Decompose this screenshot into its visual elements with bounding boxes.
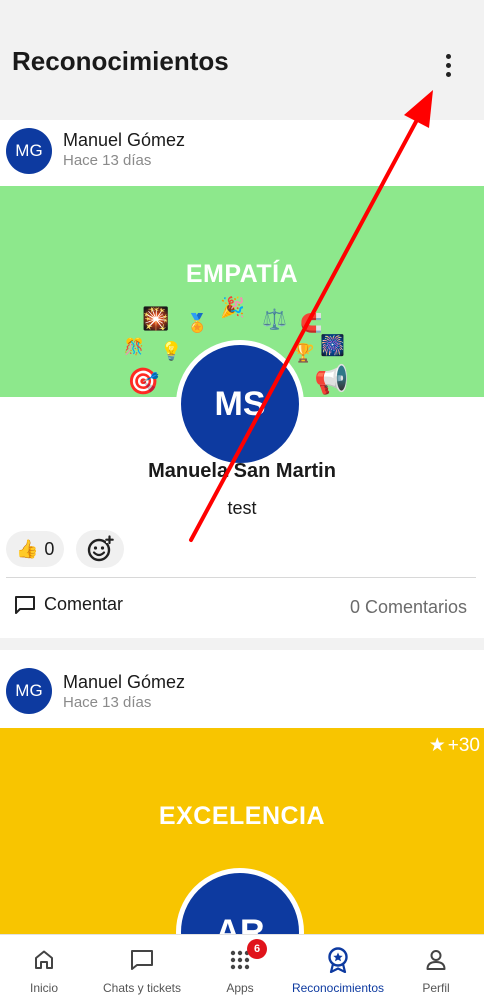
author-name[interactable]: Manuel Gómez xyxy=(63,672,185,693)
medal-icon: 🏅 xyxy=(186,313,209,333)
author-name[interactable]: Manuel Gómez xyxy=(63,130,185,151)
author-avatar[interactable]: MG xyxy=(6,128,52,174)
post-author-row[interactable]: MG Manuel Gómez Hace 13 días xyxy=(0,120,484,186)
nav-item-reconocimientos[interactable]: Reconocimientos xyxy=(290,935,386,1004)
thumbs-up-icon: 👍 xyxy=(16,538,39,559)
chat-icon xyxy=(131,950,153,970)
value-title: EXCELENCIA xyxy=(158,802,326,830)
star-icon: ★ xyxy=(428,735,446,756)
post-date: Hace 13 días xyxy=(63,152,152,169)
recipient-name[interactable]: Manuela San Martin xyxy=(0,460,484,483)
bottom-navigation: Inicio Chats y tickets 6 Apps Reconocimi… xyxy=(0,934,484,1004)
nav-label: Reconocimientos xyxy=(291,981,385,995)
reaction-count: 0 xyxy=(44,538,55,559)
confetti-icon: 🎊 xyxy=(124,339,144,356)
page-title: Reconocimientos xyxy=(12,46,229,76)
fireworks-icon: 🎇 xyxy=(142,306,170,331)
nav-item-chats[interactable]: Chats y tickets xyxy=(94,935,190,1004)
recognition-message: test xyxy=(227,498,257,518)
author-avatar[interactable]: MG xyxy=(6,668,52,714)
nav-item-apps[interactable]: 6 Apps xyxy=(192,935,288,1004)
megaphone-icon: 📢 xyxy=(314,364,349,395)
recipient-avatar[interactable]: MS xyxy=(176,340,304,468)
divider xyxy=(6,577,476,578)
like-reaction-button[interactable]: 👍 0 xyxy=(6,531,65,567)
add-emoji-icon xyxy=(87,535,114,562)
trophy-icon: 🏆 xyxy=(292,343,315,363)
nav-label: Inicio xyxy=(29,981,58,995)
party-popper-icon: 🎉 xyxy=(220,297,245,319)
nav-item-perfil[interactable]: Perfil xyxy=(388,935,484,1004)
more-options-button[interactable] xyxy=(432,50,464,80)
notification-badge: 6 xyxy=(247,939,267,959)
comment-label: Comentar xyxy=(44,594,124,614)
post-author-row[interactable]: MG Manuel Gómez Hace 13 días xyxy=(0,650,484,716)
scales-icon: ⚖️ xyxy=(262,309,287,331)
recognition-card: MG Manuel Gómez Hace 13 días ★ +30 EXCEL… xyxy=(0,650,484,940)
comment-icon xyxy=(15,595,35,614)
app-header: Reconocimientos xyxy=(0,0,484,108)
award-icon xyxy=(328,947,348,973)
sparkles-icon: 🎆 xyxy=(320,335,345,357)
target-icon: 🎯 xyxy=(127,366,160,396)
value-title: EMPATÍA xyxy=(185,260,299,288)
comment-button[interactable]: Comentar xyxy=(14,594,123,615)
nav-label: Perfil xyxy=(422,981,450,995)
recognition-card: MG Manuel Gómez Hace 13 días EMPATÍA 🎇 🏅… xyxy=(0,120,484,638)
nav-label: Apps xyxy=(226,981,254,995)
nav-item-inicio[interactable]: Inicio xyxy=(0,935,92,1004)
nav-label: Chats y tickets xyxy=(102,981,182,995)
more-vertical-icon xyxy=(445,53,451,59)
home-icon xyxy=(35,950,53,969)
points-badge: ★ +30 xyxy=(429,734,480,757)
magnet-icon: 🧲 xyxy=(300,313,323,333)
user-icon xyxy=(426,950,446,970)
add-reaction-button[interactable] xyxy=(76,530,124,568)
post-date: Hace 13 días xyxy=(63,694,152,711)
comment-count[interactable]: 0 Comentarios xyxy=(350,597,467,618)
points-value: +30 xyxy=(447,734,480,756)
lightbulb-icon: 💡 xyxy=(160,341,183,361)
